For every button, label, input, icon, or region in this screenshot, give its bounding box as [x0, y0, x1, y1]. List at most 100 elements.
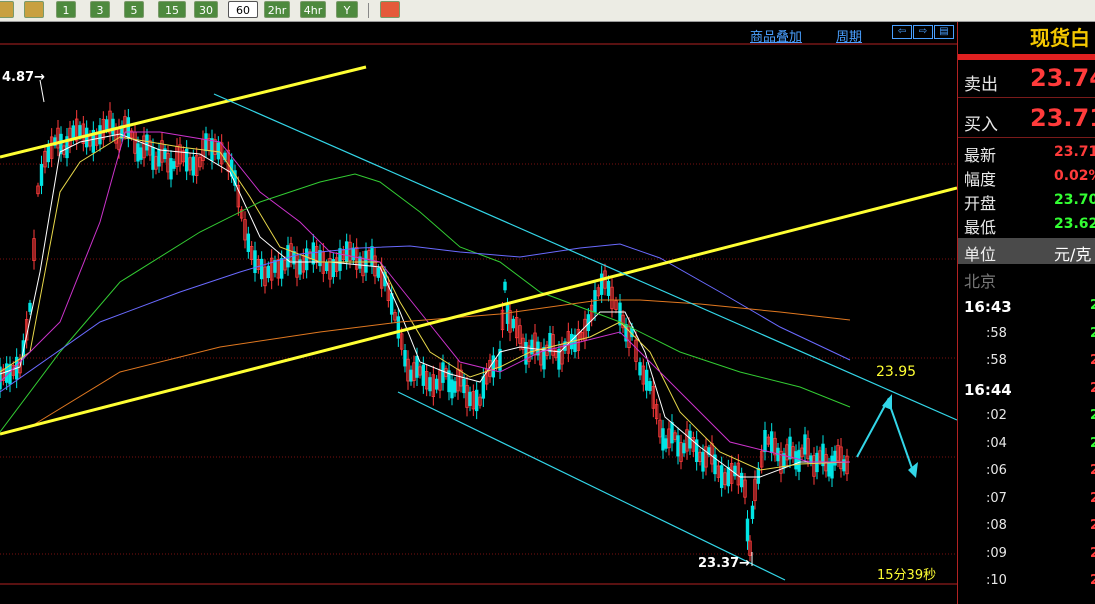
tick-time: :07 [986, 490, 1007, 506]
candle-body [441, 362, 445, 383]
candle-body [644, 369, 649, 391]
candle-body [324, 262, 329, 272]
ma-magenta-line [0, 131, 850, 463]
tick-time: :10 [986, 573, 1007, 588]
scroll-left-icon[interactable]: ⇦ [892, 25, 912, 39]
tick-time: :58 [986, 353, 1007, 368]
candle-body [676, 435, 680, 457]
candle-body [28, 302, 32, 312]
candle-body [370, 246, 374, 267]
candle-body [273, 260, 277, 273]
tick-price: 2 [1090, 435, 1095, 451]
tick-row: :06 2 [958, 459, 1095, 486]
period-5-button[interactable]: 5 [124, 1, 144, 18]
tick-row: :08 2 [958, 514, 1095, 541]
candle-body [726, 467, 731, 487]
city-label: 北京 [964, 272, 997, 291]
candle-body [304, 248, 309, 271]
candle-body [46, 145, 51, 163]
tick-row: 16:43 2 [958, 294, 1095, 321]
tool-icon[interactable] [24, 1, 44, 18]
period-30-button[interactable]: 30 [194, 1, 218, 18]
candle-body [104, 119, 109, 130]
period-4hr-button[interactable]: 4hr [300, 1, 326, 18]
candle-body [151, 147, 155, 170]
candle-body [481, 376, 486, 399]
candle-body [253, 250, 257, 274]
candlestick-chart[interactable]: 商品叠加 周期 ⇦ ⇨ ▤ 4.87→ 23.37→ 23.95 15分39秒 [0, 22, 957, 604]
candle-body [204, 133, 208, 152]
target-price-label: 23.95 [876, 364, 917, 380]
candle-body [8, 364, 12, 385]
candle-body [98, 125, 102, 145]
overlay-link[interactable]: 商品叠加 [750, 26, 802, 45]
panel-toggle-icon[interactable]: ▤ [934, 25, 954, 39]
candle-body [794, 451, 798, 470]
unit-value: 元/克 [1054, 245, 1092, 264]
period-60-button[interactable]: 60 [228, 1, 258, 18]
stat-value: 0.02% [1054, 168, 1095, 184]
candle-body [453, 381, 457, 393]
tick-time: :02 [986, 408, 1007, 423]
period-15-button[interactable]: 15 [158, 1, 186, 18]
tick-price: 2 [1090, 408, 1095, 423]
sell-value: 23.74 [1030, 64, 1095, 92]
candle-body [462, 378, 466, 394]
buy-row: 买入 23.71 [958, 98, 1095, 138]
stat-label: 幅度 [964, 170, 997, 189]
tick-price: 2 [1090, 573, 1095, 588]
tick-price: 2 [1090, 298, 1095, 313]
tick-price: 2 [1090, 463, 1095, 478]
candle-body [797, 449, 801, 472]
candle-body [311, 242, 316, 265]
tick-time: :58 [986, 325, 1007, 341]
candle-body [71, 125, 76, 140]
menu-icon[interactable] [0, 1, 14, 18]
candle-body [750, 505, 755, 519]
stat-value: 23.62 [1054, 216, 1095, 232]
tick-row: 16:44 2 [958, 377, 1095, 404]
stat-row-low: 最低 23.62 [958, 212, 1095, 237]
tick-row: :58 2 [958, 322, 1095, 349]
tick-time: 16:43 [964, 298, 1012, 316]
chart-canvas[interactable] [0, 22, 957, 604]
candle-body [409, 369, 413, 382]
period-2hr-button[interactable]: 2hr [264, 1, 290, 18]
candle-body [344, 241, 349, 262]
scroll-right-icon[interactable]: ⇨ [913, 25, 933, 39]
candle-body [191, 156, 196, 176]
candle-body [415, 355, 419, 378]
candle-body [474, 389, 479, 412]
candle-body [664, 438, 668, 449]
candle-body [788, 436, 792, 460]
candle-body [682, 443, 686, 454]
candle-body [157, 149, 161, 167]
candle-body [769, 431, 774, 454]
tick-price: 2 [1090, 353, 1095, 368]
tick-price: 2 [1090, 545, 1095, 561]
candle-body [39, 164, 44, 186]
calendar-icon[interactable] [380, 1, 400, 18]
candle-body [491, 355, 496, 378]
candle-body [78, 125, 82, 137]
unit-label: 单位 [964, 245, 997, 264]
candle-body [210, 138, 214, 161]
candle-body [403, 350, 407, 367]
toolbar-separator [368, 3, 369, 18]
period-link[interactable]: 周期 [836, 26, 862, 45]
sell-row: 卖出 23.74 [958, 60, 1095, 98]
candle-body [279, 258, 284, 279]
candle-body [763, 430, 767, 453]
candle-body [286, 245, 290, 268]
stat-value: 23.71 [1054, 144, 1095, 160]
instrument-title: 现货白 [1030, 26, 1090, 50]
tick-price: 2 [1090, 490, 1095, 506]
period-1-button[interactable]: 1 [56, 1, 76, 18]
tick-time: :09 [986, 545, 1007, 561]
candle-body [216, 142, 221, 160]
unit-row: 单位 元/克 [958, 238, 1095, 264]
period-3-button[interactable]: 3 [90, 1, 110, 18]
period-y-button[interactable]: Y [336, 1, 358, 18]
candle-body [172, 161, 176, 169]
candle-body [169, 158, 173, 180]
